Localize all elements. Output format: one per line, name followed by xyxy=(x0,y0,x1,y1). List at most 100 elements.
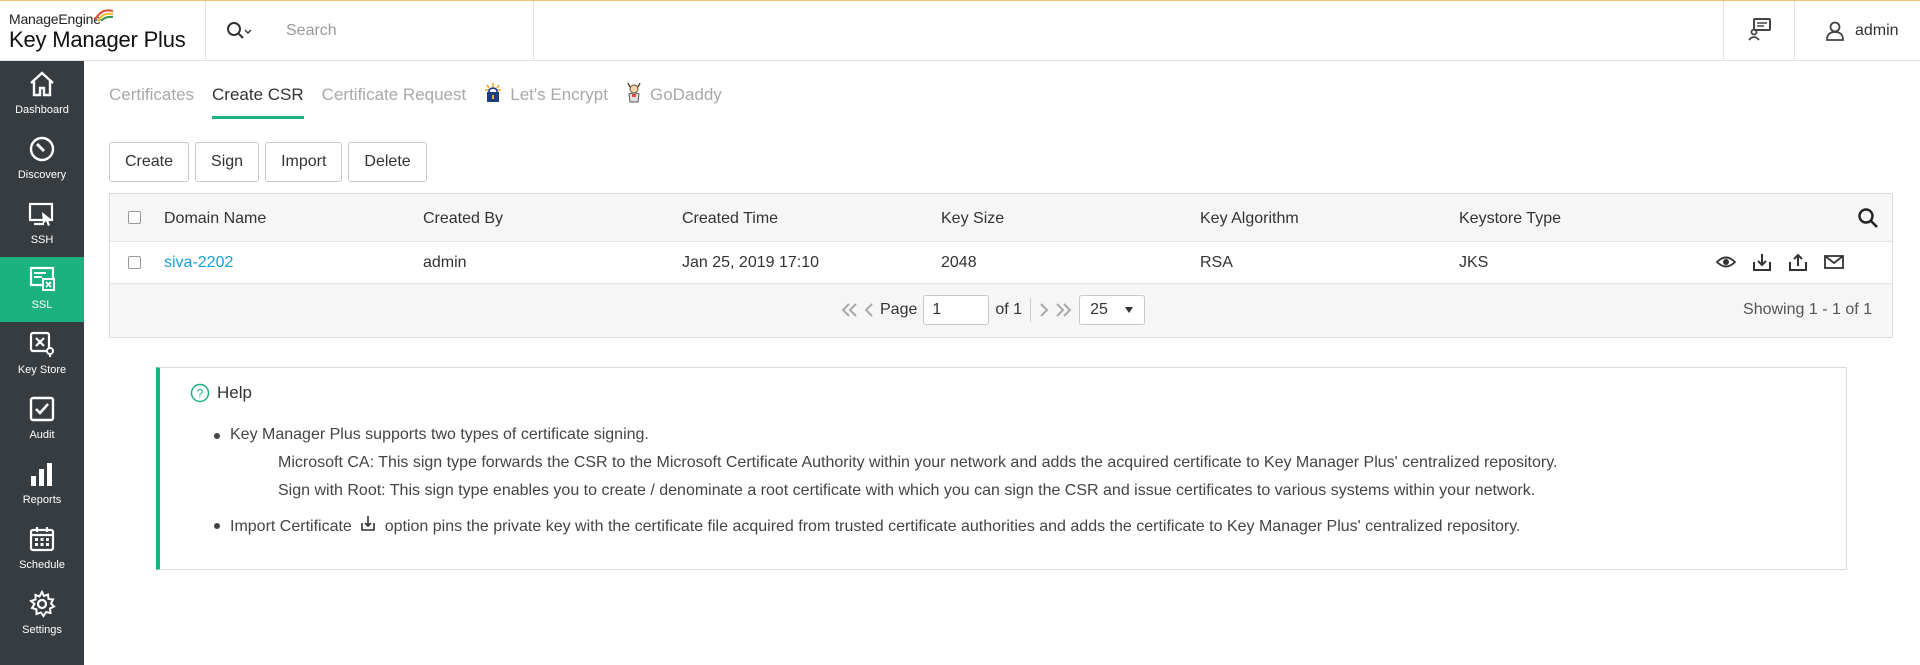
tab-bar: Certificates Create CSR Certificate Requ… xyxy=(109,83,740,121)
logo-arc-icon xyxy=(94,9,114,22)
first-page-icon[interactable] xyxy=(840,303,858,317)
sidebar-item-label: Schedule xyxy=(19,559,65,571)
sidebar-item-ssh[interactable]: SSH xyxy=(0,192,84,257)
sidebar-item-label: Audit xyxy=(29,429,55,441)
notification-icon xyxy=(1748,18,1771,41)
mail-icon[interactable] xyxy=(1823,252,1845,272)
column-header[interactable]: Keystore Type xyxy=(1459,194,1561,241)
sidebar-item-label: SSL xyxy=(31,299,53,311)
reports-icon xyxy=(31,463,52,486)
help-sub-item: Microsoft CA: This sign type forwards th… xyxy=(278,454,1558,471)
brand-name: ManageEngine xyxy=(9,11,101,27)
created-by-cell: admin xyxy=(423,253,467,271)
notification-button[interactable] xyxy=(1723,1,1795,61)
tab-lets-encrypt[interactable]: Let's Encrypt xyxy=(484,83,608,119)
divider xyxy=(1030,298,1032,322)
user-menu[interactable]: admin xyxy=(1825,19,1899,43)
create-button[interactable]: Create xyxy=(109,142,190,182)
user-icon xyxy=(1826,21,1844,41)
sidebar: Dashboard Discovery SSH SSL Key Store Au… xyxy=(0,61,84,665)
help-panel: ? Help Key Manager Plus supports two typ… xyxy=(156,367,1847,570)
download-icon[interactable] xyxy=(1751,252,1773,272)
tab-label: GoDaddy xyxy=(649,85,722,104)
tab-godaddy[interactable]: GoDaddy xyxy=(626,83,722,119)
help-title: Help xyxy=(217,383,252,402)
tab-label: Certificate Request xyxy=(321,85,467,104)
action-toolbar: Create Sign Import Delete xyxy=(109,142,427,182)
help-item-text: Import Certificate xyxy=(230,518,352,535)
keystore-type-cell: JKS xyxy=(1459,253,1489,271)
column-header[interactable]: Created Time xyxy=(682,194,778,241)
audit-icon xyxy=(29,396,55,422)
search-input[interactable] xyxy=(286,17,516,45)
discovery-icon xyxy=(29,136,55,162)
tab-certificate-request[interactable]: Certificate Request xyxy=(322,85,467,119)
search-icon[interactable] xyxy=(226,21,252,41)
sidebar-item-discovery[interactable]: Discovery xyxy=(0,127,84,192)
previous-page-icon[interactable] xyxy=(864,303,874,317)
ssl-icon xyxy=(29,266,55,291)
logo[interactable]: ManageEngine Key Manager Plus xyxy=(9,7,199,57)
view-icon[interactable] xyxy=(1715,252,1737,272)
sidebar-item-reports[interactable]: Reports xyxy=(0,452,84,517)
sign-button[interactable]: Sign xyxy=(195,142,260,182)
last-page-icon[interactable] xyxy=(1055,303,1073,317)
help-item-text: option pins the private key with the cer… xyxy=(384,518,1521,535)
top-bar: ManageEngine Key Manager Plus admin xyxy=(0,0,1920,61)
domain-name-link[interactable]: siva-2202 xyxy=(164,254,233,272)
row-checkbox[interactable] xyxy=(128,256,141,269)
sidebar-item-label: Reports xyxy=(22,494,62,506)
home-icon xyxy=(30,71,54,97)
sidebar-item-audit[interactable]: Audit xyxy=(0,387,84,452)
sidebar-item-schedule[interactable]: Schedule xyxy=(0,517,84,582)
global-search xyxy=(205,1,534,61)
product-name: Key Manager Plus xyxy=(9,27,186,52)
help-item: Import Certificate option pins the priva… xyxy=(213,515,1557,537)
export-icon[interactable] xyxy=(1787,252,1809,272)
tab-certificates[interactable]: Certificates xyxy=(109,85,194,119)
row-actions xyxy=(1715,252,1845,272)
import-button[interactable]: Import xyxy=(265,142,343,182)
help-sub-item: Sign with Root: This sign type enables y… xyxy=(278,482,1536,499)
tab-label: Let's Encrypt xyxy=(510,85,608,104)
help-icon: ? xyxy=(190,383,210,403)
tab-label: Create CSR xyxy=(212,85,304,104)
schedule-icon xyxy=(29,527,55,552)
dropdown-arrow-icon xyxy=(1125,307,1134,313)
page-total-label: of 1 xyxy=(995,301,1023,318)
column-header[interactable]: Key Size xyxy=(941,194,1004,241)
key-store-icon xyxy=(29,331,54,357)
sidebar-item-label: Key Store xyxy=(17,364,67,376)
table-header: Domain Name Created By Created Time Key … xyxy=(110,194,1892,242)
select-all-checkbox[interactable] xyxy=(128,211,141,224)
table-row[interactable]: siva-2202 admin Jan 25, 2019 17:10 2048 … xyxy=(110,242,1892,284)
svg-text:?: ? xyxy=(197,387,204,401)
sidebar-item-key-store[interactable]: Key Store xyxy=(0,322,84,387)
tab-create-csr[interactable]: Create CSR xyxy=(212,85,304,119)
column-header[interactable]: Key Algorithm xyxy=(1200,194,1299,241)
page-size-select[interactable]: 25 xyxy=(1079,295,1146,325)
ssh-icon xyxy=(28,202,54,226)
delete-button[interactable]: Delete xyxy=(348,142,427,182)
sidebar-item-label: Discovery xyxy=(17,169,67,181)
key-size-cell: 2048 xyxy=(941,253,977,271)
sidebar-item-settings[interactable]: Settings xyxy=(0,582,84,647)
sidebar-item-label: Settings xyxy=(22,624,62,636)
godaddy-icon xyxy=(627,83,641,103)
tab-label: Certificates xyxy=(109,85,195,104)
lets-encrypt-icon xyxy=(485,83,502,102)
settings-icon xyxy=(29,590,56,618)
next-page-icon[interactable] xyxy=(1039,303,1049,317)
sidebar-item-label: SSH xyxy=(30,234,54,246)
help-item: Key Manager Plus supports two types of c… xyxy=(213,425,1557,445)
page-size-value: 25 xyxy=(1090,301,1108,318)
sidebar-item-label: Dashboard xyxy=(15,104,69,116)
sidebar-item-ssl[interactable]: SSL xyxy=(0,257,84,322)
column-header[interactable]: Domain Name xyxy=(164,194,266,241)
sidebar-item-dashboard[interactable]: Dashboard xyxy=(0,62,84,127)
key-algorithm-cell: RSA xyxy=(1200,253,1233,271)
column-header[interactable]: Created By xyxy=(423,194,503,241)
page-number-input[interactable] xyxy=(923,295,990,325)
table-search-icon[interactable] xyxy=(1857,207,1879,229)
help-header: ? Help xyxy=(190,383,252,403)
